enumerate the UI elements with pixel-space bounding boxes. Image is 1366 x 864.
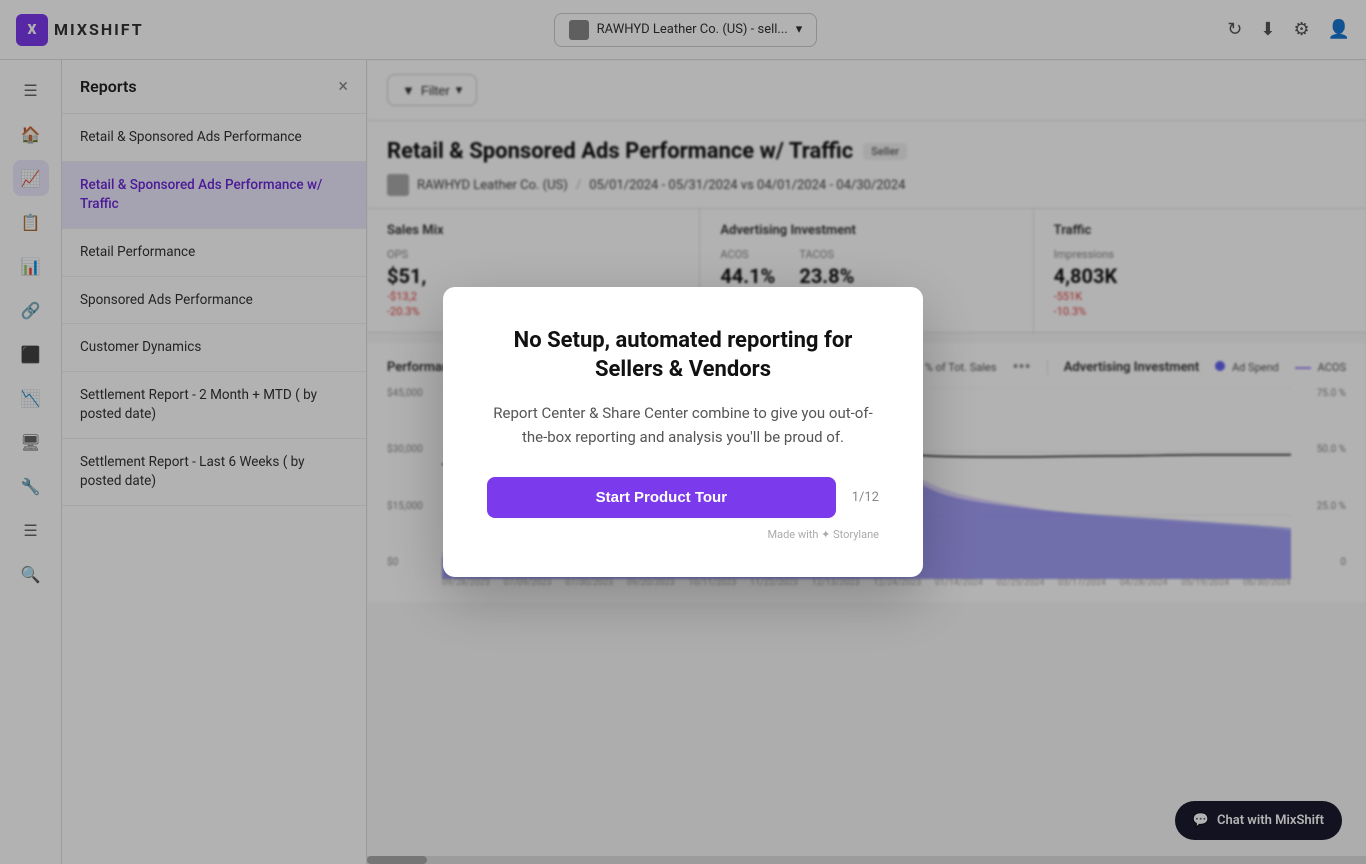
modal-made-with: Made with ✦ Storylane [487,528,879,541]
modal-title: No Setup, automated reporting for Seller… [487,327,879,384]
start-product-tour-button[interactable]: Start Product Tour [487,477,836,518]
modal-footer: Start Product Tour 1/12 [487,477,879,518]
modal-overlay: No Setup, automated reporting for Seller… [0,0,1366,864]
modal-box: No Setup, automated reporting for Seller… [443,287,923,576]
modal-description: Report Center & Share Center combine to … [487,401,879,449]
modal-page-indicator: 1/12 [852,490,879,505]
